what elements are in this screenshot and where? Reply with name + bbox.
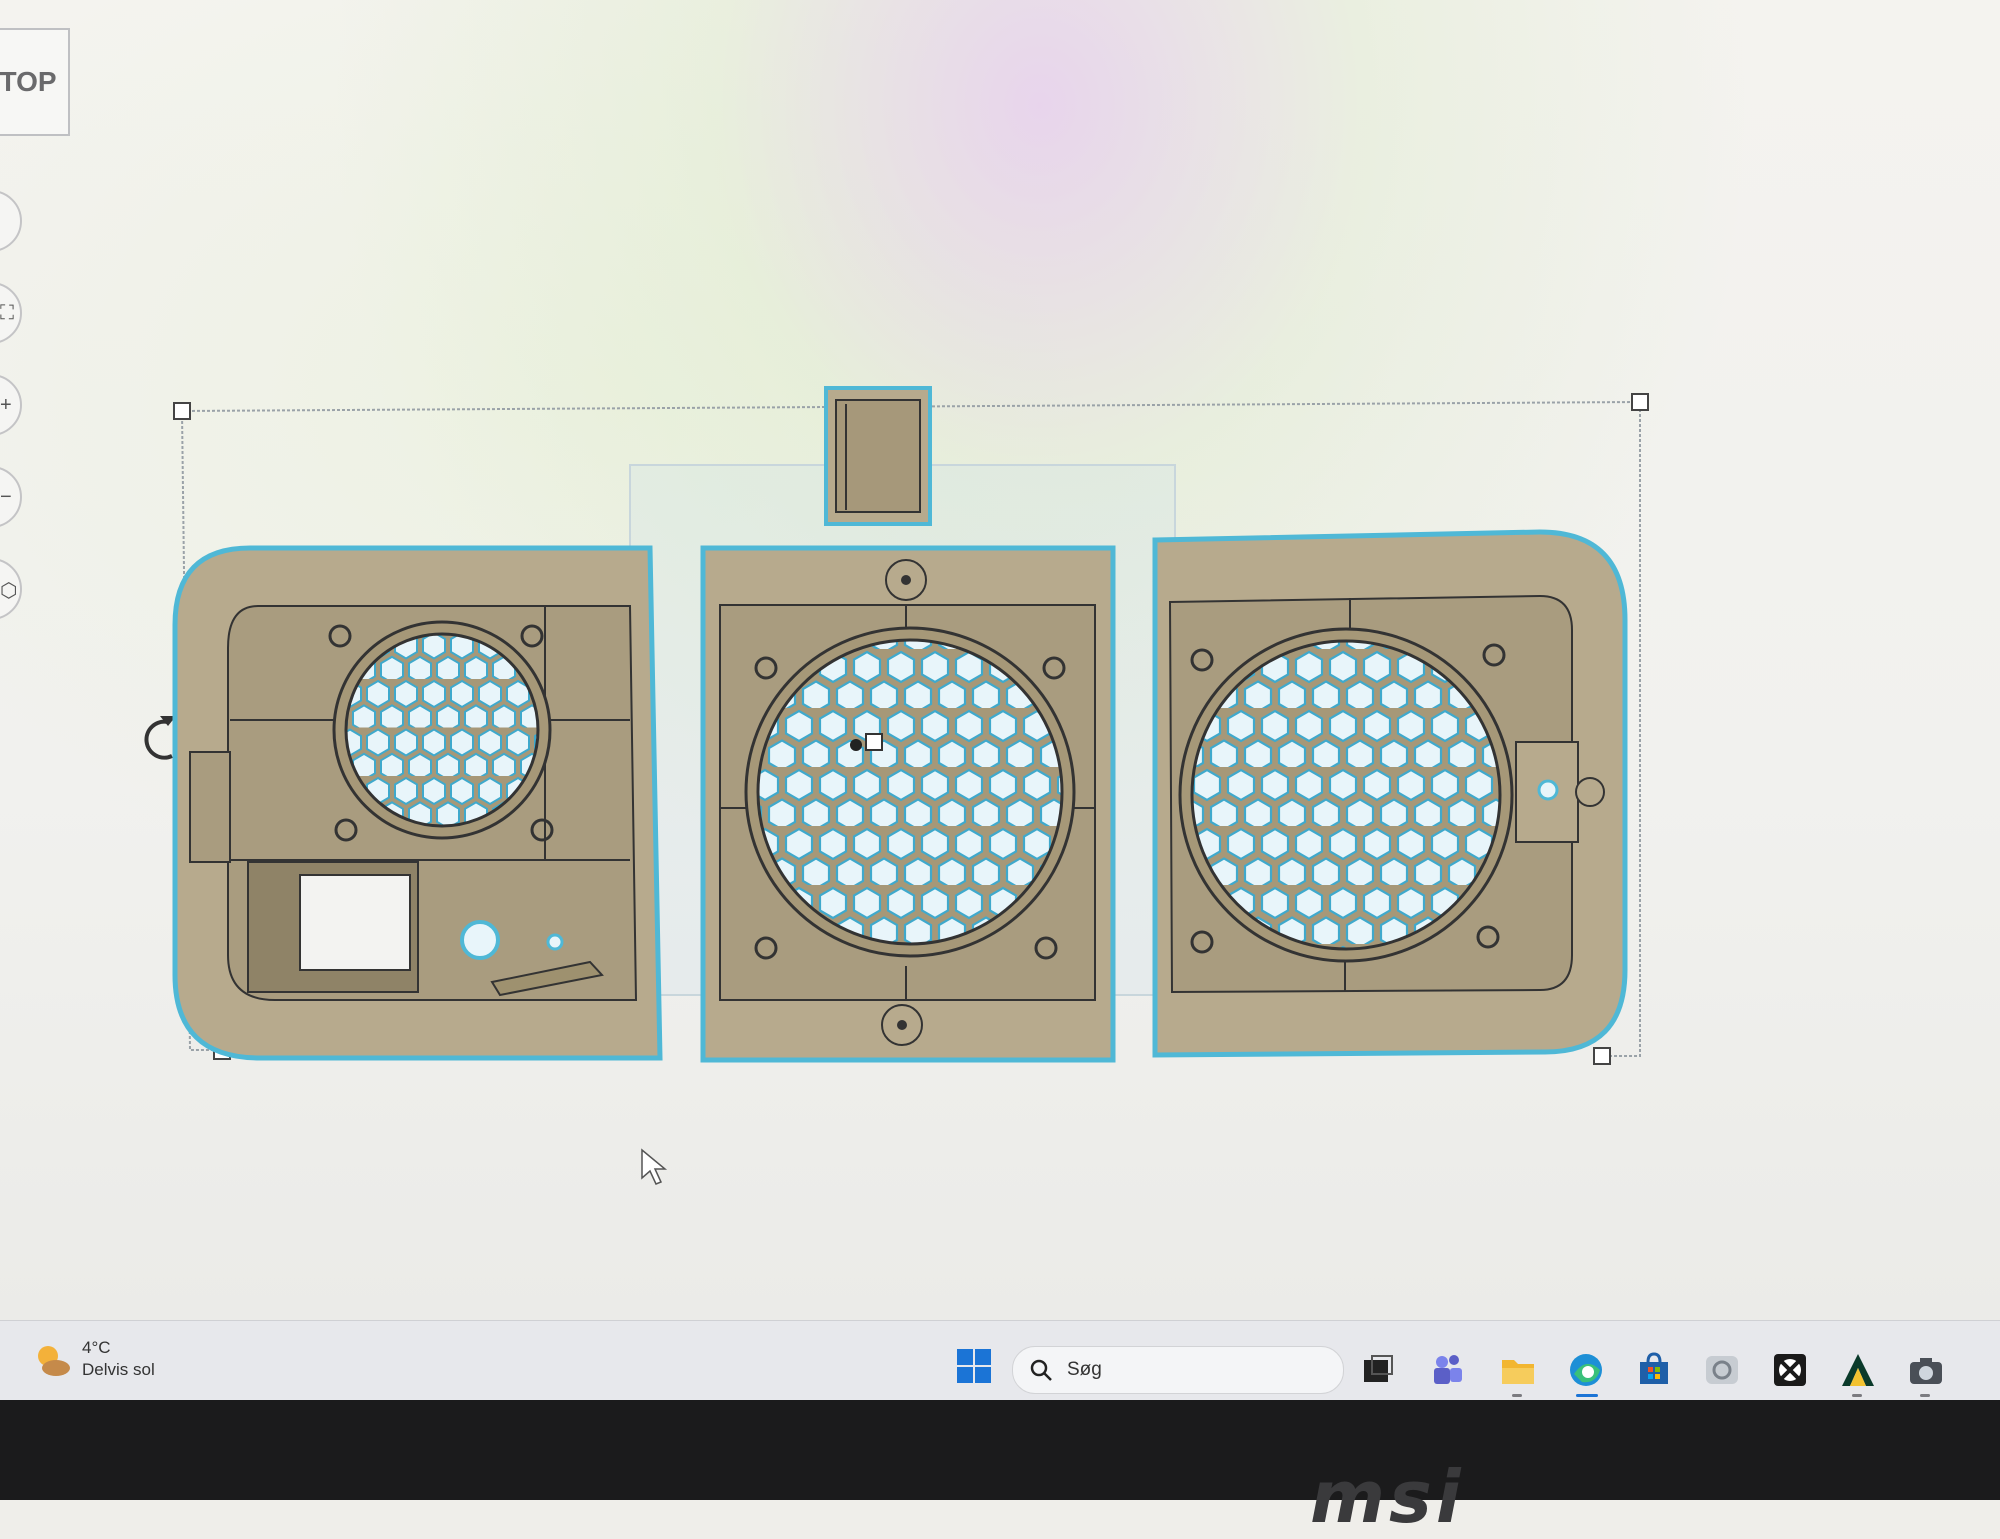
search-icon (1030, 1359, 1052, 1381)
windows-logo-icon (957, 1349, 991, 1383)
file-explorer-icon[interactable] (1498, 1350, 1538, 1390)
autodesk-icon[interactable] (1838, 1350, 1878, 1390)
app-icon[interactable] (1702, 1350, 1742, 1390)
start-button[interactable] (956, 1348, 992, 1384)
weather-condition: Delvis sol (82, 1360, 155, 1379)
middle-case-part[interactable] (700, 545, 1116, 1063)
rotate-handle-icon[interactable] (144, 716, 176, 760)
microsoft-store-icon[interactable] (1634, 1350, 1674, 1390)
running-indicator (1920, 1394, 1930, 1397)
workplane-canvas[interactable] (0, 0, 2000, 1320)
running-indicator (1512, 1394, 1522, 1397)
mouse-pointer-icon (641, 1148, 668, 1185)
monitor-bezel (0, 1400, 2000, 1500)
weather-temperature: 4°C (82, 1338, 111, 1357)
edge-icon[interactable] (1566, 1350, 1606, 1390)
partly-sunny-icon (38, 1346, 70, 1376)
right-case-part[interactable] (1152, 529, 1628, 1058)
windows-taskbar (0, 1320, 2000, 1401)
active-indicator (1576, 1394, 1598, 1397)
teams-icon[interactable] (1428, 1350, 1468, 1390)
task-view-icon[interactable] (1358, 1350, 1398, 1390)
taskbar-search-box[interactable]: Søg (1012, 1346, 1344, 1394)
search-placeholder: Søg (1067, 1359, 1102, 1380)
running-indicator (1852, 1394, 1862, 1397)
xbox-icon[interactable] (1770, 1350, 1810, 1390)
monitor-brand-logo: msi (1310, 1455, 1465, 1539)
weather-widget[interactable]: 4°C Delvis sol (30, 1338, 155, 1387)
selection-handle[interactable] (173, 402, 191, 420)
clip-part[interactable] (824, 386, 932, 526)
camera-icon[interactable] (1906, 1350, 1946, 1390)
selection-handle[interactable] (1631, 393, 1649, 411)
left-case-part[interactable] (172, 545, 663, 1061)
selection-handle[interactable] (1593, 1047, 1611, 1065)
